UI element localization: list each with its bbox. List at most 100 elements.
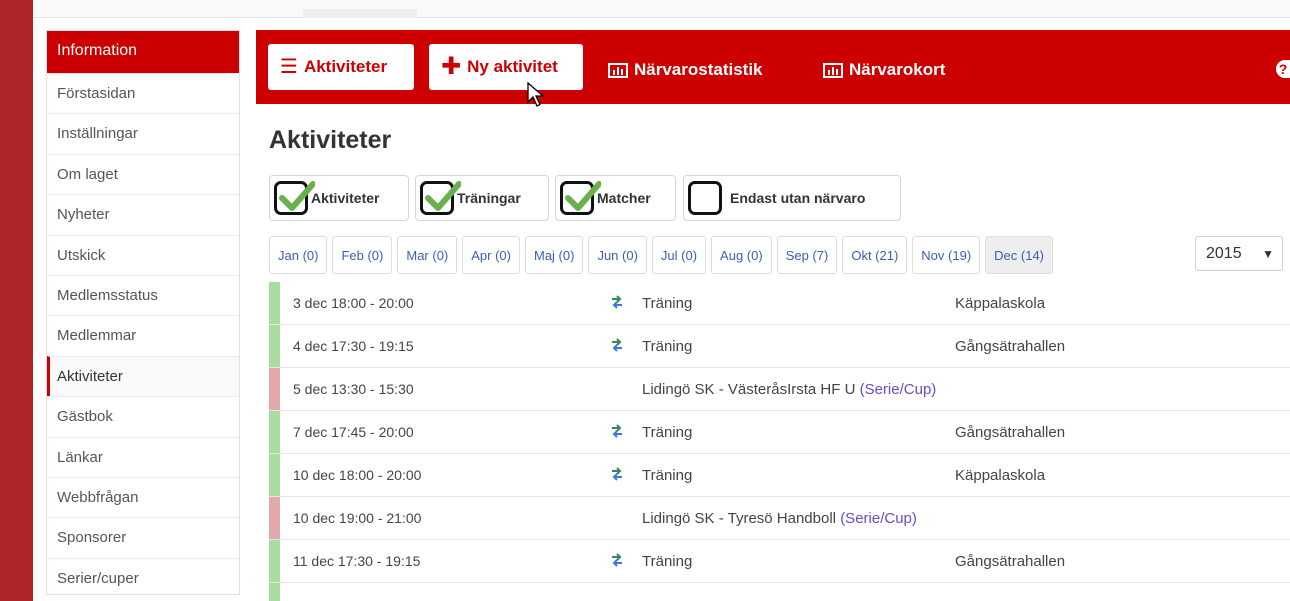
activity-date: 10 dec 19:00 - 21:00 xyxy=(293,510,422,526)
attendance-card-link[interactable]: Närvarokort xyxy=(823,60,945,80)
left-edge-strip xyxy=(0,0,33,601)
mouse-cursor-icon xyxy=(527,82,545,107)
sidebar-item-utskick[interactable]: Utskick xyxy=(47,234,239,275)
table-row[interactable]: 10 dec 18:00 - 20:00 Träning Käppalaskol… xyxy=(269,454,1290,497)
month-tab[interactable]: Maj (0) xyxy=(525,236,584,274)
sidebar-item-forstasidan[interactable]: Förstasidan xyxy=(47,73,239,113)
table-row[interactable]: 5 dec 13:30 - 15:30 Lidingö SK - Västerå… xyxy=(269,368,1290,411)
substitute-icon xyxy=(612,338,622,352)
activity-type: Träning xyxy=(642,424,693,441)
filter-matches[interactable]: Matcher xyxy=(555,175,676,221)
sidebar-item-medlemsstatus[interactable]: Medlemsstatus xyxy=(47,274,239,315)
activity-place: Gångsätrahallen xyxy=(955,553,1066,570)
match-indicator xyxy=(269,497,280,539)
top-tab[interactable] xyxy=(303,9,417,18)
month-tab-active[interactable]: Dec (14) xyxy=(985,236,1054,274)
table-row[interactable]: 7 dec 17:45 - 20:00 Träning Gångsätrahal… xyxy=(269,411,1290,454)
sidebar-item-medlemmar[interactable]: Medlemmar xyxy=(47,315,239,355)
checkbox-checked-icon xyxy=(420,181,461,215)
filter-label: Aktiviteter xyxy=(311,190,380,206)
sidebar-item-serier-cuper[interactable]: Serier/cuper xyxy=(47,557,239,594)
attendance-stats-link[interactable]: Närvarostatistik xyxy=(608,60,763,80)
month-tabs: Jan (0) Feb (0) Mar (0) Apr (0) Maj (0) … xyxy=(269,236,1058,274)
month-tab[interactable]: Okt (21) xyxy=(842,236,908,274)
bar-chart-icon xyxy=(608,62,628,78)
filter-label: Träningar xyxy=(457,190,521,206)
new-activity-button[interactable]: ✚ Ny aktivitet xyxy=(429,44,583,90)
page-title: Aktiviteter xyxy=(269,126,392,154)
year-select[interactable]: 2015 ▼ xyxy=(1195,236,1283,271)
training-indicator xyxy=(269,282,280,324)
training-indicator xyxy=(269,325,280,367)
attendance-stats-label: Närvarostatistik xyxy=(634,60,763,79)
sidebar-item-sponsorer[interactable]: Sponsorer xyxy=(47,517,239,557)
sidebar-item-webbfragan[interactable]: Webbfrågan xyxy=(47,476,239,517)
table-row[interactable]: 10 dec 19:00 - 21:00 Lidingö SK - Tyresö… xyxy=(269,497,1290,540)
activity-type: Lidingö SK - Tyresö Handboll (Serie/Cup) xyxy=(642,510,917,527)
activity-type: Träning xyxy=(642,553,693,570)
help-icon[interactable]: ? xyxy=(1276,60,1290,78)
sidebar-item-nyheter[interactable]: Nyheter xyxy=(47,194,239,234)
menu-icon: ☰ xyxy=(280,56,298,78)
sidebar: Information Förstasidan Inställningar Om… xyxy=(46,30,240,595)
activities-button-label: Aktiviteter xyxy=(303,57,388,76)
activities-button[interactable]: ☰ Aktiviteter xyxy=(268,44,414,90)
sidebar-item-aktiviteter[interactable]: Aktiviteter xyxy=(47,355,239,397)
sidebar-header[interactable]: Information xyxy=(47,31,239,73)
top-tab-area xyxy=(33,0,1290,18)
filter-activities[interactable]: Aktiviteter xyxy=(269,175,409,221)
filter-trainings[interactable]: Träningar xyxy=(415,175,549,221)
new-activity-button-label: Ny aktivitet xyxy=(467,57,558,76)
activity-date: 5 dec 13:30 - 15:30 xyxy=(293,381,414,397)
month-tab[interactable]: Feb (0) xyxy=(332,236,393,274)
substitute-icon xyxy=(612,295,622,309)
month-tab[interactable]: Jan (0) xyxy=(269,236,328,274)
activity-date: 11 dec 17:30 - 19:15 xyxy=(293,553,421,569)
series-cup-link[interactable]: (Serie/Cup) xyxy=(840,510,917,527)
sidebar-item-om-laget[interactable]: Om laget xyxy=(47,153,239,194)
activity-date: 4 dec 17:30 - 19:15 xyxy=(293,338,414,354)
activities-table: 3 dec 18:00 - 20:00 Träning Käppalaskola… xyxy=(269,282,1290,601)
substitute-icon xyxy=(612,553,622,567)
substitute-icon xyxy=(612,467,622,481)
month-tab[interactable]: Mar (0) xyxy=(397,236,458,274)
activity-place: Gångsätrahallen xyxy=(955,338,1066,355)
filter-without-attendance[interactable]: Endast utan närvaro xyxy=(683,175,901,221)
table-row[interactable]: 11 dec 17:30 - 19:15 Träning Gångsätraha… xyxy=(269,540,1290,583)
month-tab[interactable]: Apr (0) xyxy=(462,236,520,274)
sidebar-item-installningar[interactable]: Inställningar xyxy=(47,113,239,153)
activity-date: 3 dec 18:00 - 20:00 xyxy=(293,295,414,311)
activity-date: 10 dec 18:00 - 20:00 xyxy=(293,467,422,483)
year-select-value: 2015 xyxy=(1206,244,1242,262)
table-row[interactable]: 3 dec 18:00 - 20:00 Träning Käppalaskola xyxy=(269,282,1290,325)
table-row-partial[interactable] xyxy=(269,583,1290,601)
month-tab[interactable]: Aug (0) xyxy=(711,236,772,274)
match-name: Lidingö SK - Tyresö Handboll xyxy=(642,510,837,527)
plus-icon: ✚ xyxy=(441,53,462,80)
filter-label: Matcher xyxy=(597,190,651,206)
month-tab[interactable]: Nov (19) xyxy=(912,236,981,274)
activity-place: Käppalaskola xyxy=(955,295,1046,312)
activity-type: Träning xyxy=(642,467,693,484)
training-indicator xyxy=(269,411,280,453)
activity-type: Lidingö SK - VästeråsIrsta HF U (Serie/C… xyxy=(642,381,936,398)
attendance-card-label: Närvarokort xyxy=(849,60,946,79)
activity-type: Träning xyxy=(642,338,693,355)
activity-date: 7 dec 17:45 - 20:00 xyxy=(293,424,414,440)
bar-chart-icon xyxy=(823,62,843,78)
training-indicator xyxy=(269,583,280,601)
table-row[interactable]: 4 dec 17:30 - 19:15 Träning Gångsätrahal… xyxy=(269,325,1290,368)
series-cup-link[interactable]: (Serie/Cup) xyxy=(860,381,937,398)
match-name: Lidingö SK - VästeråsIrsta HF U xyxy=(642,381,856,398)
sidebar-item-gastbok[interactable]: Gästbok xyxy=(47,396,239,436)
month-tab[interactable]: Sep (7) xyxy=(776,236,838,274)
filter-label: Endast utan närvaro xyxy=(730,190,866,206)
activity-type: Träning xyxy=(642,295,693,312)
month-tab[interactable]: Jul (0) xyxy=(651,236,707,274)
checkbox-checked-icon xyxy=(560,181,601,215)
training-indicator xyxy=(269,540,280,582)
month-tab[interactable]: Jun (0) xyxy=(588,236,647,274)
sidebar-item-lankar[interactable]: Länkar xyxy=(47,436,239,477)
checkbox-unchecked-icon xyxy=(688,181,722,215)
activities-toolbar: ☰ Aktiviteter ✚ Ny aktivitet Närvarostat… xyxy=(256,30,1290,104)
